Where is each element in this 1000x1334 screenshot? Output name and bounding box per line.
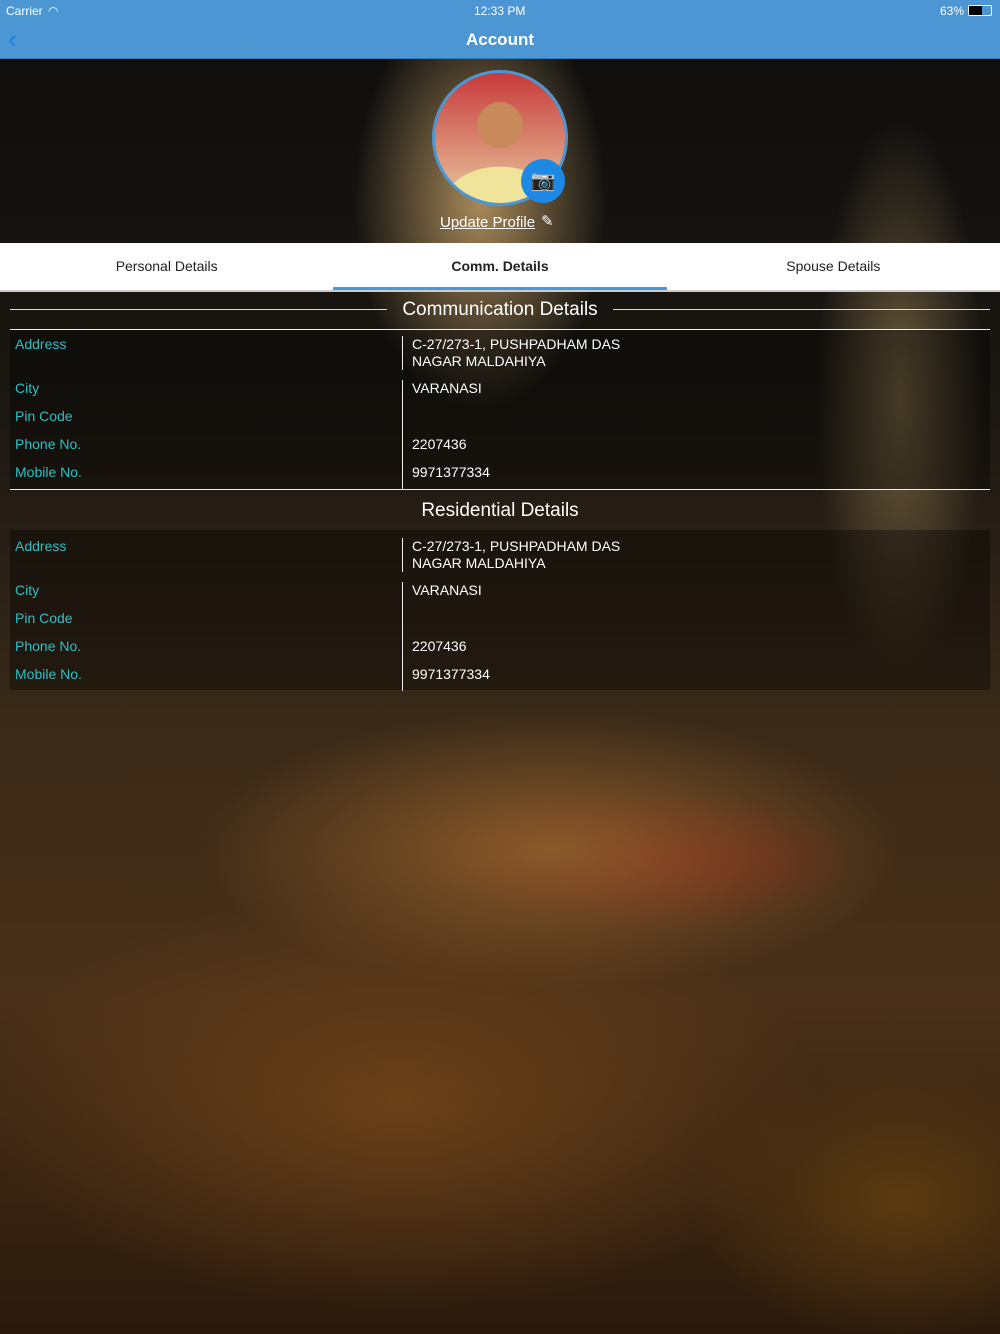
table-row: City VARANASI xyxy=(10,582,990,610)
field-label: Phone No. xyxy=(15,436,82,452)
table-row: Address C-27/273-1, PUSHPADHAM DAS NAGAR … xyxy=(10,538,990,582)
field-value xyxy=(402,408,412,436)
section-title: Residential Details xyxy=(421,500,579,521)
page-title: Account xyxy=(466,30,534,49)
field-label: Pin Code xyxy=(15,610,73,626)
table-row: Pin Code xyxy=(10,408,990,436)
tab-spouse-details[interactable]: Spouse Details xyxy=(667,243,1000,290)
battery-icon xyxy=(968,5,992,16)
pencil-icon[interactable]: ✎ xyxy=(541,212,554,230)
table-row: City VARANASI xyxy=(10,380,990,408)
field-label: Phone No. xyxy=(15,638,82,654)
field-value: VARANASI xyxy=(402,380,482,408)
field-label: Pin Code xyxy=(15,408,73,424)
field-value: 2207436 xyxy=(402,638,467,666)
residential-section: Residential Details Address C-27/273-1, P… xyxy=(10,492,990,691)
field-label: Address xyxy=(15,538,67,554)
field-label: Mobile No. xyxy=(15,464,82,480)
field-value: 2207436 xyxy=(402,436,467,464)
carrier: Carrier xyxy=(6,4,43,18)
status-bar: Carrier ◠ 12:33 PM 63% xyxy=(0,0,1000,20)
field-value: C-27/273-1, PUSHPADHAM DAS NAGAR MALDAHI… xyxy=(402,336,622,370)
field-label: Address xyxy=(15,336,67,352)
update-profile-link[interactable]: Update Profile xyxy=(440,214,535,231)
clock: 12:33 PM xyxy=(474,4,526,18)
table-row: Phone No. 2207436 xyxy=(10,436,990,464)
communication-section: Communication Details Address C-27/273-1,… xyxy=(10,291,990,490)
table-row: Address C-27/273-1, PUSHPADHAM DAS NAGAR … xyxy=(10,336,990,380)
section-title: Communication Details xyxy=(402,299,598,320)
table-row: Mobile No. 9971377334 xyxy=(10,666,990,691)
table-row: Pin Code xyxy=(10,610,990,638)
field-value xyxy=(402,610,412,638)
field-label: City xyxy=(15,380,40,396)
tab-comm-details[interactable]: Comm. Details xyxy=(333,243,667,290)
table-row: Mobile No. 9971377334 xyxy=(10,464,990,489)
tab-personal-details[interactable]: Personal Details xyxy=(0,243,333,290)
battery-percent: 63% xyxy=(940,4,965,18)
wifi-icon: ◠ xyxy=(48,4,59,18)
nav-bar: ‹ Account xyxy=(0,20,1000,59)
field-value: 9971377334 xyxy=(402,464,490,489)
field-value: 9971377334 xyxy=(402,666,490,691)
field-value: VARANASI xyxy=(402,582,482,610)
field-label: Mobile No. xyxy=(15,666,82,682)
camera-icon[interactable]: 📷 xyxy=(521,159,565,203)
table-row: Phone No. 2207436 xyxy=(10,638,990,666)
tab-bar: Personal Details Comm. Details Spouse De… xyxy=(0,243,1000,292)
field-label: City xyxy=(15,582,40,598)
field-value: C-27/273-1, PUSHPADHAM DAS NAGAR MALDAHI… xyxy=(402,538,622,572)
